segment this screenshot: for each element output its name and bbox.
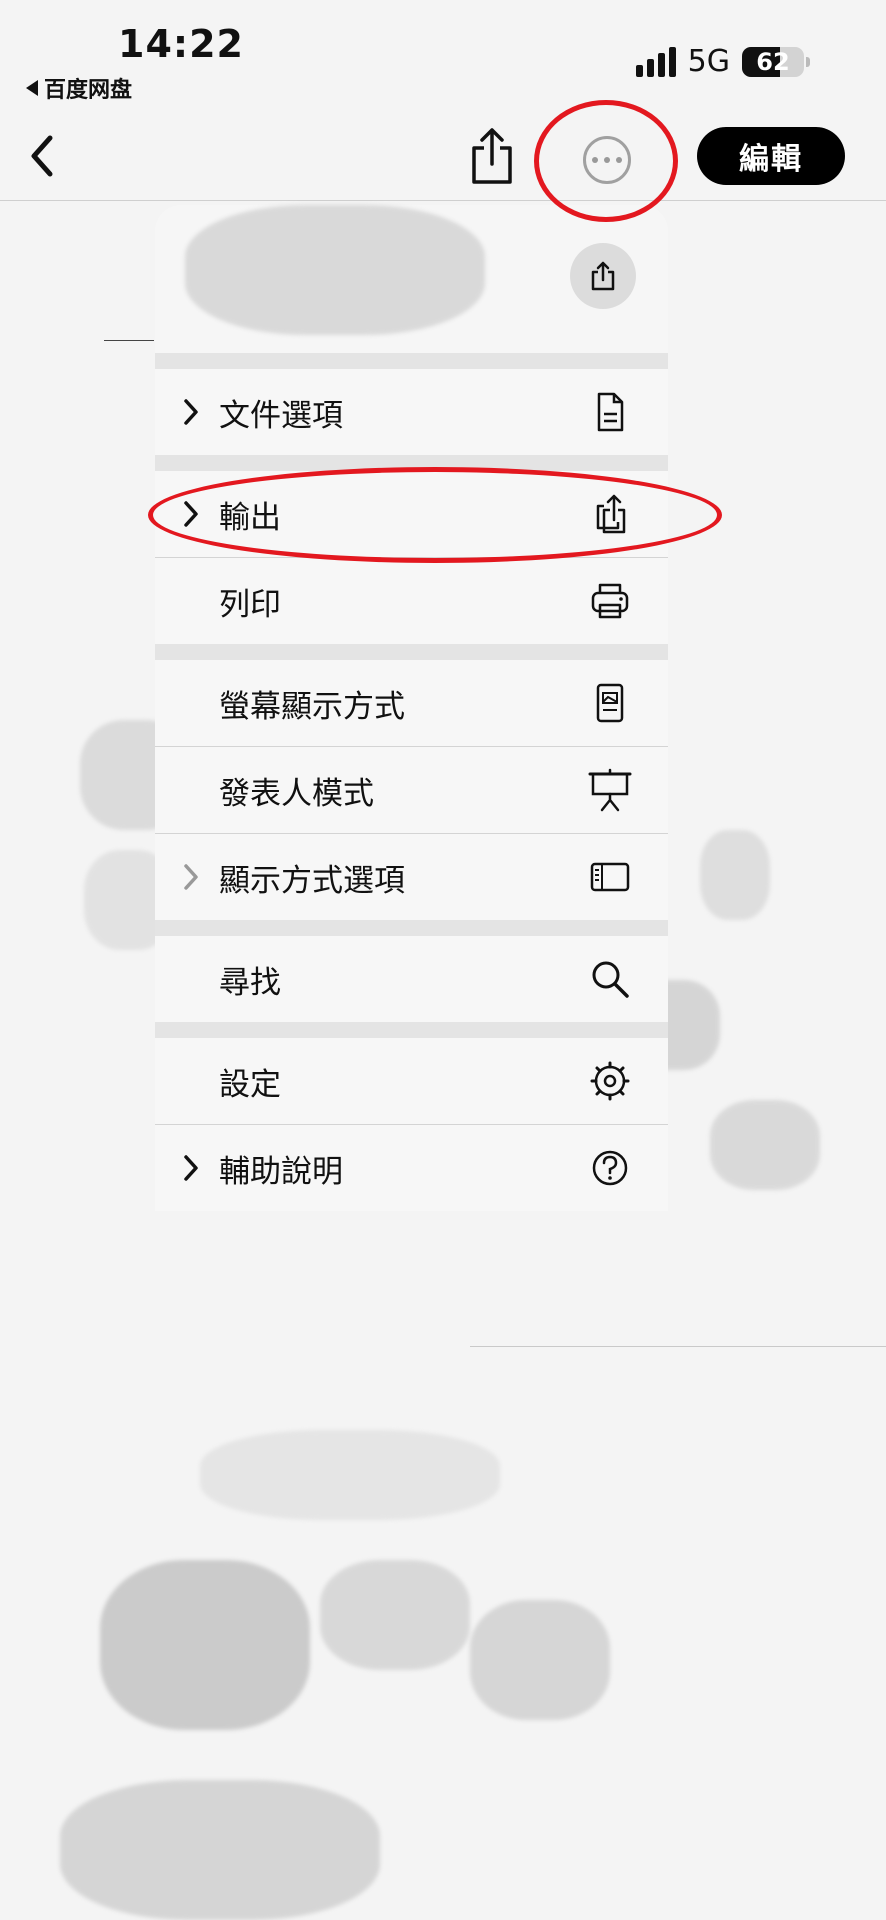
cellular-signal-icon: [635, 46, 676, 77]
back-triangle-icon: [26, 80, 38, 96]
status-indicators: 5G 62: [635, 44, 810, 79]
back-to-app[interactable]: 百度网盘: [26, 72, 132, 104]
share-button[interactable]: [464, 126, 520, 186]
gear-icon: [590, 1061, 630, 1101]
more-menu: 文件選項 輸出 列印 螢幕顯示方式 發表人模式 顯示方式選項 尋找 設定 輔助說…: [155, 205, 668, 1211]
chevron-left-icon: [31, 135, 53, 177]
scribble-smudge: [200, 1430, 500, 1520]
document-icon: [597, 392, 624, 432]
menu-item-label: 輔助說明: [219, 1153, 343, 1190]
printer-icon: [591, 583, 629, 619]
search-icon: [592, 961, 629, 998]
menu-item-presenter-mode[interactable]: 發表人模式: [155, 747, 668, 834]
menu-group: 尋找: [155, 936, 668, 1022]
menu-separator: [155, 1022, 668, 1038]
menu-item-label: 顯示方式選項: [219, 862, 405, 899]
menu-group: 螢幕顯示方式 發表人模式 顯示方式選項: [155, 660, 668, 920]
menu-separator: [155, 644, 668, 660]
menu-group: 文件選項: [155, 369, 668, 455]
menu-item-find[interactable]: 尋找: [155, 936, 668, 1022]
menu-share-button[interactable]: [570, 243, 636, 309]
battery-icon: 62: [742, 46, 804, 77]
menu-group: 設定 輔助說明: [155, 1038, 668, 1211]
back-button[interactable]: [24, 134, 64, 178]
network-type: 5G: [687, 44, 730, 79]
presenter-icon: [588, 768, 632, 812]
chevron-right-icon: [184, 399, 198, 425]
menu-header-preview: [155, 205, 668, 353]
battery-level: 62: [756, 47, 790, 76]
document-rule: [104, 340, 154, 341]
menu-item-view-options[interactable]: 顯示方式選項: [155, 834, 668, 920]
menu-item-label: 螢幕顯示方式: [219, 688, 405, 725]
scribble-smudge: [710, 1100, 820, 1190]
preview-thumbnail: [185, 205, 485, 335]
battery-tip: [806, 56, 810, 67]
menu-item-settings[interactable]: 設定: [155, 1038, 668, 1125]
menu-item-label: 文件選項: [219, 397, 343, 434]
share-icon: [591, 261, 615, 291]
toolbar: 編輯: [0, 108, 886, 201]
menu-item-label: 設定: [219, 1066, 281, 1103]
scribble-smudge: [320, 1560, 470, 1670]
document-rule: [470, 1346, 886, 1347]
menu-item-screen-display[interactable]: 螢幕顯示方式: [155, 660, 668, 747]
chevron-right-icon: [184, 1155, 198, 1181]
scribble-smudge: [470, 1600, 610, 1720]
menu-separator: [155, 353, 668, 369]
scribble-smudge: [60, 1780, 380, 1920]
menu-item-help[interactable]: 輔助說明: [155, 1125, 668, 1211]
sidebar-icon: [590, 862, 630, 892]
edit-button[interactable]: 編輯: [697, 127, 845, 185]
menu-item-document-options[interactable]: 文件選項: [155, 369, 668, 455]
status-time: 14:22: [118, 22, 244, 66]
scribble-smudge: [700, 830, 770, 920]
menu-separator: [155, 920, 668, 936]
share-icon: [472, 128, 512, 184]
annotation-ellipse-export: [148, 467, 722, 563]
menu-item-label: 發表人模式: [219, 775, 374, 812]
screen-display-icon: [596, 683, 624, 723]
annotation-circle-more-button: [534, 100, 678, 222]
scribble-smudge: [100, 1560, 310, 1730]
chevron-right-icon: [184, 864, 198, 890]
menu-item-label: 尋找: [219, 964, 281, 1001]
back-app-label: 百度网盘: [44, 78, 133, 103]
help-icon: [592, 1150, 628, 1186]
menu-item-label: 列印: [219, 586, 281, 623]
menu-item-print[interactable]: 列印: [155, 558, 668, 644]
